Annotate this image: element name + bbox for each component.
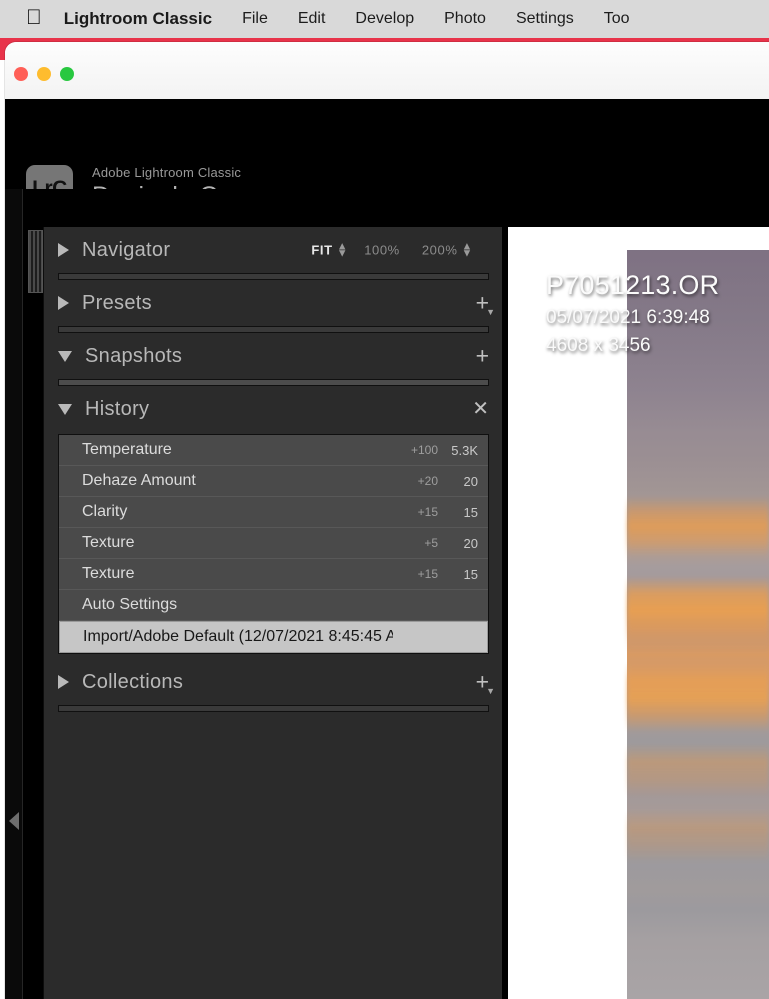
zoom-100-button[interactable]: 100% <box>364 243 400 258</box>
history-item-name: Clarity <box>82 503 128 520</box>
history-item-name: Temperature <box>82 441 172 458</box>
menu-item-develop[interactable]: Develop <box>355 10 414 28</box>
history-list: Temperature +100 5.3K Dehaze Amount +20 … <box>58 434 489 654</box>
disclosure-triangle-down-icon[interactable] <box>58 350 72 362</box>
lightroom-window: LrC Adobe Lightroom Classic Denis de Gan… <box>5 42 769 999</box>
menu-item-file[interactable]: File <box>242 10 268 28</box>
photo-preview[interactable] <box>627 250 769 999</box>
history-item-delta: +20 <box>417 474 438 488</box>
panel-header-collections[interactable]: Collections + ▼ <box>44 659 503 705</box>
collections-chevron-down-icon[interactable]: ▼ <box>486 687 495 696</box>
panel-divider-snapshots <box>58 379 489 386</box>
panel-header-navigator[interactable]: Navigator FIT ▲ ▼ 100% 200% ▲ ▼ <box>44 227 503 273</box>
table-row[interactable]: Auto Settings <box>59 590 488 621</box>
work-area: Navigator FIT ▲ ▼ 100% 200% ▲ ▼ Presets + … <box>5 189 769 999</box>
maximize-window-button[interactable] <box>60 67 74 81</box>
panel-title-history: History <box>85 397 150 420</box>
history-item-value: 20 <box>463 473 478 489</box>
history-item-delta: +100 <box>410 443 438 457</box>
left-panel-grip-handle[interactable] <box>28 230 43 293</box>
table-row[interactable]: Temperature +100 5.3K <box>59 435 488 466</box>
identity-plate: LrC Adobe Lightroom Classic Denis de Gan… <box>5 99 769 212</box>
zoom-200-button[interactable]: 200% <box>422 243 458 258</box>
history-item-name: Texture <box>82 534 135 551</box>
history-item-value: 15 <box>463 504 478 520</box>
panel-divider-presets <box>58 326 489 333</box>
presets-chevron-down-icon[interactable]: ▼ <box>486 308 495 317</box>
clear-history-close-x-icon[interactable]: ✕ <box>472 399 489 419</box>
minimize-window-button[interactable] <box>37 67 51 81</box>
history-item-name: Import/Adobe Default (12/07/2021 8:45:45… <box>83 628 393 645</box>
panel-title-presets: Presets <box>82 291 152 314</box>
history-item-delta: +15 <box>417 567 438 581</box>
close-window-button[interactable] <box>14 67 28 81</box>
history-item-name: Dehaze Amount <box>82 472 196 489</box>
left-panel-column: Navigator FIT ▲ ▼ 100% 200% ▲ ▼ Presets + … <box>43 227 503 999</box>
collapse-left-panel-arrow-icon[interactable] <box>9 812 19 830</box>
menu-item-tools[interactable]: Too <box>604 10 630 28</box>
menu-item-edit[interactable]: Edit <box>298 10 326 28</box>
history-item-name: Texture <box>82 565 135 582</box>
history-item-value: 15 <box>463 566 478 582</box>
zoom-fit-button[interactable]: FIT <box>311 243 332 258</box>
zoom-level-stepper-icon[interactable]: ▲ ▼ <box>462 241 474 258</box>
panel-divider-navigator <box>58 273 489 280</box>
panel-header-history[interactable]: History ✕ <box>44 386 503 432</box>
disclosure-triangle-down-icon[interactable] <box>58 403 72 415</box>
panel-title-navigator: Navigator <box>82 238 171 261</box>
add-snapshot-plus-icon[interactable]: + <box>476 344 489 368</box>
table-row[interactable]: Clarity +15 15 <box>59 497 488 528</box>
panel-header-snapshots[interactable]: Snapshots + <box>44 333 503 379</box>
menu-app-name[interactable]: Lightroom Classic <box>64 9 212 29</box>
table-row[interactable]: Texture +5 20 <box>59 528 488 559</box>
apple-logo-icon[interactable]:  <box>26 7 42 28</box>
history-item-delta: +5 <box>424 536 438 550</box>
table-row[interactable]: Texture +15 15 <box>59 559 488 590</box>
table-row[interactable]: Dehaze Amount +20 20 <box>59 466 488 497</box>
panel-divider-collections <box>58 705 489 712</box>
history-item-value: 20 <box>463 535 478 551</box>
navigator-zoom-controls: FIT ▲ ▼ 100% 200% ▲ ▼ <box>311 241 489 258</box>
history-item-value: 5.3K <box>451 442 478 458</box>
photo-sky-gradient <box>627 250 769 430</box>
panel-title-collections: Collections <box>82 670 184 693</box>
disclosure-triangle-right-icon[interactable] <box>58 296 69 310</box>
disclosure-triangle-right-icon[interactable] <box>58 243 69 257</box>
left-panel-collapse-strip[interactable] <box>5 189 23 999</box>
panel-header-presets[interactable]: Presets + ▼ <box>44 280 503 326</box>
zoom-fit-stepper-icon[interactable]: ▲ ▼ <box>337 241 349 258</box>
history-item-delta: +15 <box>417 505 438 519</box>
product-name: Adobe Lightroom Classic <box>92 165 242 180</box>
menu-item-photo[interactable]: Photo <box>444 10 486 28</box>
photo-content-area: P7051213.OR 05/07/2021 6:39:48 4608 x 34… <box>508 227 769 999</box>
panel-title-snapshots: Snapshots <box>85 344 183 367</box>
menu-item-settings[interactable]: Settings <box>516 10 574 28</box>
disclosure-triangle-right-icon[interactable] <box>58 675 69 689</box>
history-item-name: Auto Settings <box>82 596 178 613</box>
macos-menu-bar:  Lightroom Classic File Edit Develop Ph… <box>0 0 769 38</box>
window-titlebar <box>5 42 769 99</box>
table-row-selected[interactable]: Import/Adobe Default (12/07/2021 8:45:45… <box>59 621 488 653</box>
